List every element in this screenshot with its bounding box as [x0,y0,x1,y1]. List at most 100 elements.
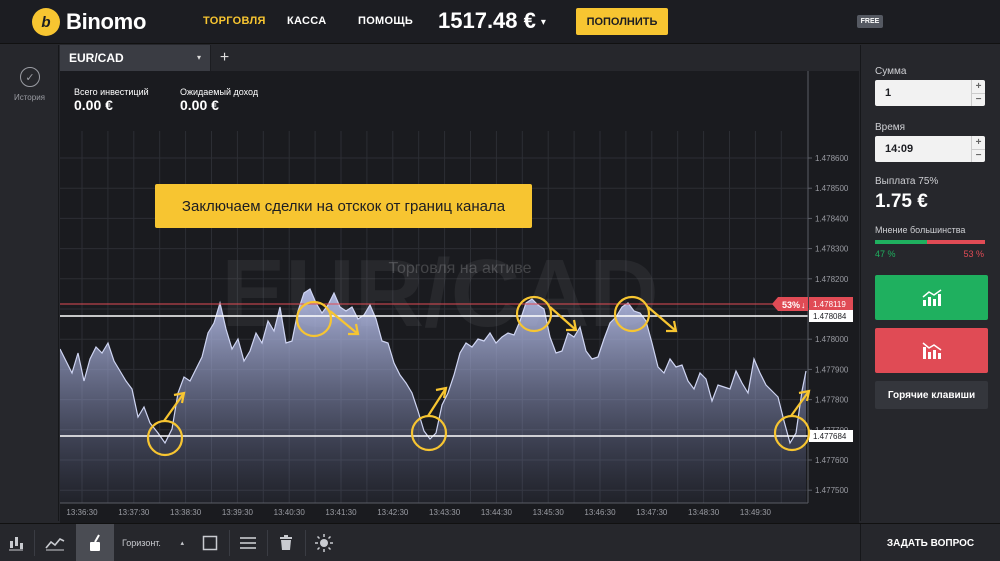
upper-price-marker: 1.478084 [809,310,853,322]
logo-mark-icon: b [32,8,60,36]
free-badge: FREE [857,15,883,28]
nav-help[interactable]: ПОМОЩЬ [358,15,413,27]
rectangle-tool-button[interactable] [192,524,228,561]
plus-icon[interactable]: + [972,136,985,150]
ask-question-button[interactable]: ЗАДАТЬ ВОПРОС [860,524,1000,561]
time-value: 14:09 [885,143,914,155]
brand-logo[interactable]: b Binomo [32,8,146,36]
time-label: Время [875,122,906,133]
amount-stepper: + − [971,80,985,106]
payout-label: Выплата 75% [875,176,939,187]
drawing-type-select[interactable]: Горизонт. ▴ [118,524,188,561]
current-pct: 53% [782,300,800,310]
price-tick-label: 1.477600 [815,456,849,465]
add-asset-button[interactable]: + [210,45,238,71]
time-tick-label: 13:47:30 [636,508,668,517]
top-bar: b Binomo ТОРГОВЛЯ КАССА ПОМОЩЬ 1517.48 €… [0,0,1000,44]
time-tick-label: 13:41:30 [325,508,357,517]
check-circle-icon: ✓ [20,67,40,87]
chevron-up-icon: ▴ [180,540,184,547]
total-invest-label: Всего инвестиций [74,87,149,97]
brush-icon [90,534,100,551]
time-tick-label: 13:45:30 [533,508,565,517]
nav-cash[interactable]: КАССА [287,15,326,27]
asset-tab-label: EUR/CAD [69,51,124,65]
current-price-label: 1.478119 [813,300,846,309]
price-tick-label: 1.478600 [815,154,849,163]
amount-value: 1 [885,87,892,99]
time-tick-label: 13:37:30 [118,508,150,517]
time-axis: 13:36:30 13:37:30 13:38:30 13:39:30 13:40:30… [66,508,771,517]
price-tick-label: 1.478500 [815,184,849,193]
chart-up-icon [922,288,941,306]
put-down-button[interactable] [875,328,988,373]
chart-canvas[interactable]: EUR/CAD Торговля на активе 1.4786001.478… [60,71,859,523]
time-tick-label: 13:36:30 [66,508,98,517]
price-tick-label: 1.477500 [815,486,849,495]
price-axis: 1.478600 1.478500 1.478400 1.478300 1.478200… [808,154,849,495]
lines-tool-button[interactable] [230,524,266,561]
nav-trade[interactable]: ТОРГОВЛЯ [203,15,266,27]
price-chart[interactable]: EUR/CAD Торговля на активе 1.478600 1.478… [60,71,859,523]
upper-price-label: 1.478084 [813,312,847,321]
sun-icon [315,534,333,552]
drawing-tools-button[interactable] [76,524,114,561]
chart-type-candles-button[interactable] [0,524,32,561]
expected-income-value: 0.00 € [180,97,219,113]
time-tick-label: 13:39:30 [222,508,254,517]
amount-input[interactable]: 1 + − [875,80,985,106]
current-price-marker: 53% ↓ 1.478119 [772,297,853,311]
call-up-button[interactable] [875,275,988,320]
trade-panel: Сумма 1 + − Время 14:09 + − Выплата 75% … [860,45,1000,521]
app-window: b Binomo ТОРГОВЛЯ КАССА ПОМОЩЬ 1517.48 €… [0,0,1000,561]
history-label: История [13,93,46,102]
watermark-caption: Торговля на активе [388,260,531,277]
time-tick-label: 13:48:30 [688,508,720,517]
arrow-down-icon: ↓ [801,300,806,310]
time-tick-label: 13:40:30 [274,508,306,517]
total-invest-value: 0.00 € [74,97,113,113]
time-tick-label: 13:46:30 [584,508,616,517]
time-tick-label: 13:43:30 [429,508,461,517]
delete-drawings-button[interactable] [268,524,304,561]
hotkeys-button[interactable]: Горячие клавиши [875,381,988,409]
time-tick-label: 13:38:30 [170,508,202,517]
chart-type-area-button[interactable] [38,524,72,561]
price-tick-label: 1.478000 [815,335,849,344]
area-chart-icon [45,538,65,551]
plus-icon[interactable]: + [972,80,985,94]
asset-tab-bar: EUR/CAD ▾ + [60,45,859,71]
trash-icon [280,535,292,550]
time-input[interactable]: 14:09 + − [875,136,985,162]
sentiment-bar [875,240,985,244]
menu-lines-icon [240,537,256,549]
price-tick-label: 1.478200 [815,275,849,284]
deposit-button[interactable]: ПОПОЛНИТЬ [576,8,668,35]
price-tick-label: 1.478400 [815,214,849,223]
time-stepper: + − [971,136,985,162]
price-tick-label: 1.477900 [815,365,849,374]
drawing-type-value: Горизонт. [122,538,161,548]
expected-income-label: Ожидаемый доход [180,87,259,97]
candles-icon [9,537,23,551]
minus-icon[interactable]: − [972,150,985,163]
sentiment-up-bar [875,240,927,244]
payout-value: 1.75 € [875,191,928,212]
left-sidebar: ✓ История [0,45,59,521]
chart-down-icon [922,341,941,359]
strategy-callout: Заключаем сделки на отскок от границ кан… [155,184,532,228]
lower-price-label: 1.477684 [813,432,847,441]
theme-toggle-button[interactable] [306,524,342,561]
sentiment-label: Мнение большинства [875,225,966,235]
balance-value: 1517.48 € [438,8,536,33]
sentiment-down-bar [926,240,985,244]
square-icon [202,535,218,551]
lower-price-marker: 1.477684 [809,430,853,442]
price-tick-label: 1.478300 [815,245,849,254]
asset-tab-eurcad[interactable]: EUR/CAD ▾ [60,45,210,71]
minus-icon[interactable]: − [972,94,985,107]
amount-label: Сумма [875,66,907,77]
time-tick-label: 13:42:30 [377,508,409,517]
balance-selector[interactable]: 1517.48 € ▾ [438,8,546,34]
sentiment-up-value: 47 % [875,249,896,259]
